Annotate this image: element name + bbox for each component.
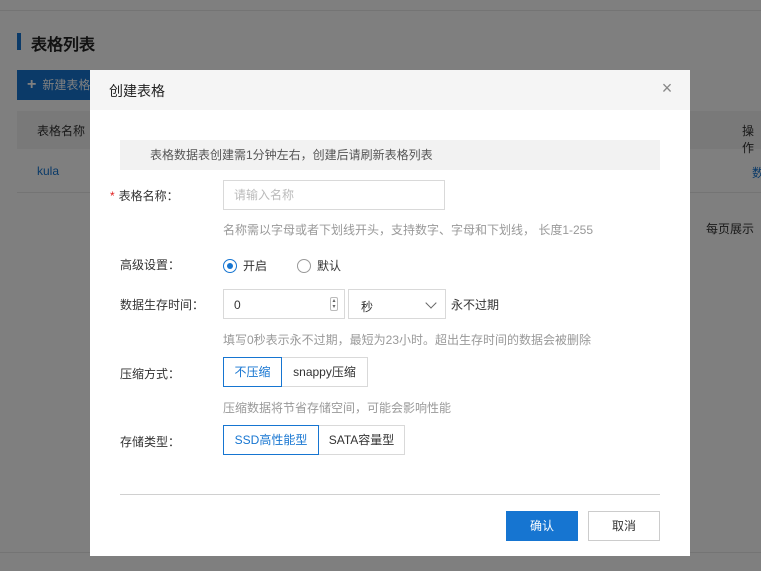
footer-divider <box>120 494 660 495</box>
compression-snappy-button[interactable]: snappy压缩 <box>281 357 368 387</box>
confirm-button[interactable]: 确认 <box>506 511 578 541</box>
cancel-button[interactable]: 取消 <box>588 511 660 541</box>
advanced-settings-label: 高级设置： <box>120 258 181 272</box>
radio-enable-label: 开启 <box>243 259 268 273</box>
ttl-label: 数据生存时间： <box>120 298 205 312</box>
storage-type-label: 存储类型： <box>120 435 181 449</box>
radio-default-label: 默认 <box>317 259 342 273</box>
compression-hint: 压缩数据将节省存储空间，可能会影响性能 <box>223 401 452 415</box>
radio-enable[interactable]: 开启 <box>223 257 267 274</box>
notice-banner: 表格数据表创建需1分钟左右，创建后请刷新表格列表 <box>120 140 660 170</box>
compression-label: 压缩方式： <box>120 367 181 381</box>
spinner-icon[interactable]: ▴ ▾ <box>330 297 338 311</box>
ttl-hint: 填写0秒表示永不过期，最短为23小时。超出生存时间的数据会被删除 <box>223 333 592 347</box>
name-field-label: * 表格名称： <box>110 187 179 204</box>
radio-checked-icon <box>223 258 237 273</box>
close-icon[interactable]: × <box>658 79 676 97</box>
ttl-number-input[interactable]: 0 ▴ ▾ <box>223 289 345 319</box>
name-label-text: 表格名称： <box>118 189 179 203</box>
create-table-dialog: 创建表格 × 表格数据表创建需1分钟左右，创建后请刷新表格列表 *表格名称： 名… <box>90 70 690 556</box>
ttl-unit-value: 秒 <box>361 300 374 314</box>
required-mark: * <box>110 189 115 203</box>
ttl-value: 0 <box>234 298 241 312</box>
compression-none-button[interactable]: 不压缩 <box>223 357 282 387</box>
storage-ssd-button[interactable]: SSD高性能型 <box>223 425 319 455</box>
radio-default[interactable]: 默认 <box>297 257 341 274</box>
storage-sata-button[interactable]: SATA容量型 <box>318 425 405 455</box>
dialog-header: 创建表格 × <box>90 70 690 110</box>
ttl-suffix: 永不过期 <box>451 298 500 312</box>
dialog-title: 创建表格 <box>109 83 165 99</box>
radio-unchecked-icon <box>297 258 311 273</box>
name-hint: 名称需以字母或者下划线开头，支持数字、字母和下划线， 长度1-255 <box>223 223 594 237</box>
chevron-down-icon <box>425 297 437 309</box>
table-name-input[interactable] <box>223 180 445 210</box>
ttl-unit-select[interactable]: 秒 <box>348 289 446 319</box>
